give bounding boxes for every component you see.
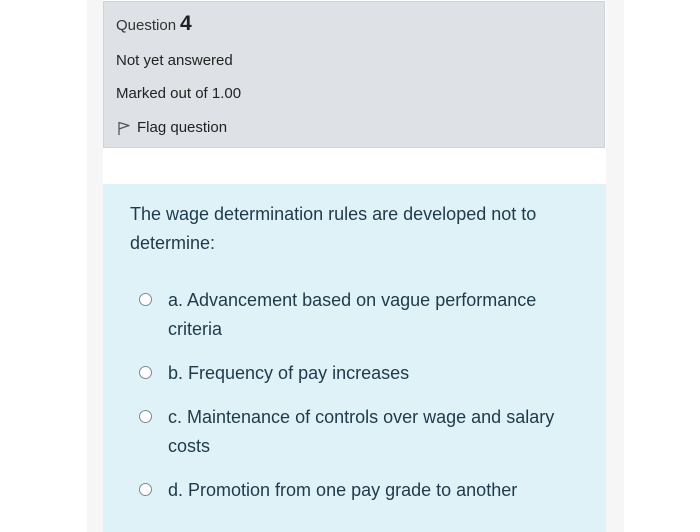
answer-option-c[interactable]: c. Maintenance of controls over wage and…: [139, 403, 579, 461]
question-content: The wage determination rules are develop…: [103, 184, 606, 532]
question-info-panel: Question 4 Not yet answered Marked out of…: [103, 1, 605, 148]
question-grade: Marked out of 1.00: [116, 85, 242, 102]
right-margin: [606, 0, 624, 532]
radio-button[interactable]: [139, 366, 152, 379]
flag-question-label: Flag question: [137, 119, 228, 136]
flag-question-link[interactable]: Flag question: [116, 119, 227, 136]
answer-option-d[interactable]: d. Promotion from one pay grade to anoth…: [139, 476, 579, 505]
left-margin: [87, 0, 103, 532]
radio-button[interactable]: [139, 483, 152, 496]
answer-option-text: d. Promotion from one pay grade to anoth…: [168, 480, 518, 500]
question-label: Question: [116, 17, 177, 34]
question-number: 4: [180, 12, 192, 35]
question-prompt: The wage determination rules are develop…: [130, 204, 537, 253]
question-status: Not yet answered: [116, 52, 233, 69]
radio-button[interactable]: [139, 293, 152, 306]
flag-icon: [116, 120, 132, 136]
question-heading: Question 4: [116, 12, 192, 36]
answer-option-a[interactable]: a. Advancement based on vague performanc…: [139, 286, 579, 344]
radio-button[interactable]: [139, 410, 152, 423]
answer-option-text: a. Advancement based on vague performanc…: [168, 290, 537, 339]
answer-option-text: c. Maintenance of controls over wage and…: [168, 407, 555, 456]
answer-option-text: b. Frequency of pay increases: [168, 363, 410, 383]
answer-option-b[interactable]: b. Frequency of pay increases: [139, 359, 579, 388]
